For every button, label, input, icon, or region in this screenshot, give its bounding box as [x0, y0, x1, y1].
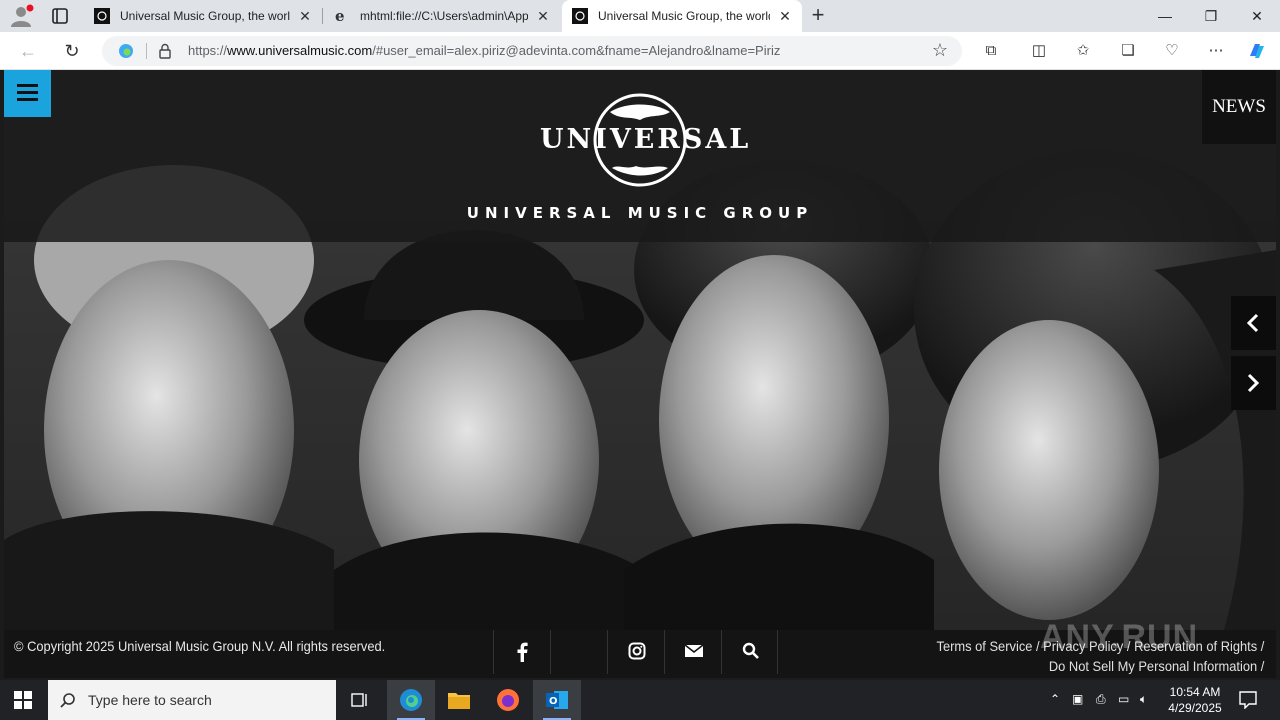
umg-favicon-icon — [572, 8, 588, 24]
address-bar[interactable]: https://www.universalmusic.com/#user_ema… — [102, 36, 962, 66]
refresh-button[interactable]: ↻ — [60, 39, 84, 63]
clock-time: 10:54 AM — [1169, 685, 1221, 699]
group-name-heading: UNIVERSAL MUSIC GROUP — [466, 204, 814, 222]
taskbar-edge-app[interactable] — [387, 680, 435, 720]
do-not-sell-link[interactable]: Do Not Sell My Personal Information — [1049, 658, 1257, 674]
chevron-left-icon — [1246, 313, 1259, 333]
news-button[interactable]: NEWS — [1202, 70, 1276, 144]
svg-text:O: O — [549, 696, 558, 707]
address-toolbar: ← ↻ https://www.universalmusic.com/#user… — [0, 32, 1280, 70]
favorites-icon[interactable]: ✩ — [1072, 40, 1094, 62]
tab-title: mhtml:file://C:\Users\admin\AppData — [360, 9, 528, 23]
lock-icon[interactable] — [158, 43, 172, 59]
system-clock[interactable]: 10:54 AM 4/29/2025 — [1160, 684, 1230, 716]
footer-links-row-2: Do Not Sell My Personal Information / — [1048, 658, 1264, 674]
email-icon — [684, 644, 704, 657]
copilot-icon[interactable] — [1246, 40, 1268, 62]
twitter-link[interactable] — [550, 630, 607, 674]
taskbar-outlook[interactable]: O — [533, 680, 581, 720]
tab-title: Universal Music Group, the world's — [120, 9, 290, 23]
taskbar-firefox[interactable] — [484, 680, 532, 720]
extensions-icon[interactable]: ⧉ — [980, 40, 1002, 62]
new-tab-button[interactable]: + — [806, 4, 830, 28]
menu-bar — [17, 91, 38, 94]
close-window-button[interactable]: ✕ — [1234, 0, 1280, 32]
site-search-button[interactable] — [721, 630, 778, 674]
umg-favicon-icon — [94, 8, 110, 24]
chevron-right-icon — [1247, 373, 1260, 393]
restore-button[interactable]: ❐ — [1188, 0, 1234, 32]
webpage: UNIVERSAL UNIVERSAL MUSIC GROUP NEWS © C… — [4, 70, 1276, 678]
windows-start-icon[interactable] — [14, 691, 32, 709]
tab-universal-1[interactable]: Universal Music Group, the world's ✕ — [84, 0, 322, 32]
notifications-icon[interactable] — [1239, 691, 1257, 709]
facebook-icon — [517, 642, 528, 662]
menu-bar — [17, 98, 38, 101]
split-screen-icon[interactable]: ◫ — [1028, 40, 1050, 62]
back-button[interactable]: ← — [16, 39, 40, 63]
omni-divider — [146, 43, 147, 59]
instagram-link[interactable] — [607, 630, 664, 674]
taskbar-search-box[interactable]: Type here to search — [48, 680, 336, 720]
close-tab-icon[interactable]: ✕ — [536, 8, 550, 25]
more-menu-icon[interactable]: ⋯ — [1205, 40, 1227, 62]
volume-icon[interactable]: 🔈︎ — [1140, 692, 1147, 707]
clock-date: 4/29/2025 — [1168, 701, 1222, 715]
outlook-icon: O — [546, 691, 568, 709]
tray-outlook-icon[interactable]: ▣ — [1072, 692, 1083, 706]
search-icon — [742, 642, 759, 659]
close-tab-icon[interactable]: ✕ — [778, 8, 792, 25]
close-tab-icon[interactable]: ✕ — [298, 8, 312, 25]
tab-actions-icon[interactable] — [48, 6, 72, 26]
url-prefix: https:// — [188, 43, 228, 58]
favorite-star-icon[interactable]: ☆ — [932, 40, 948, 61]
copyright-text: © Copyright 2025 Universal Music Group N… — [14, 638, 386, 654]
taskbar-file-explorer[interactable] — [435, 680, 483, 720]
browser-essentials-icon[interactable]: ♡ — [1161, 40, 1183, 62]
collections-icon[interactable]: ❏ — [1117, 40, 1139, 62]
profile-avatar-icon[interactable] — [8, 4, 34, 28]
firefox-icon — [497, 689, 519, 711]
browser-tab-bar: Universal Music Group, the world's ✕ e m… — [0, 0, 1280, 32]
edge-icon — [400, 689, 422, 711]
email-link[interactable] — [664, 630, 721, 674]
folder-icon — [448, 693, 470, 709]
universal-wordmark: UNIVERSAL — [540, 124, 752, 155]
url-rest: /#user_email=alex.piriz@adevinta.com&fna… — [372, 43, 781, 58]
terms-of-service-link[interactable]: Terms of Service — [936, 638, 1032, 654]
windows-taskbar: Type here to search O ⌃ ▣ ⎙ ▭ 🔈︎ 10:54 A… — [0, 680, 1280, 720]
task-view-button[interactable] — [336, 680, 384, 720]
hamburger-menu-button[interactable] — [4, 70, 51, 117]
tab-title: Universal Music Group, the world's — [598, 9, 770, 23]
tab-universal-active[interactable]: Universal Music Group, the world's ✕ — [562, 0, 802, 32]
anyrun-watermark: ANY.RUN — [1040, 618, 1199, 656]
network-icon[interactable]: ▭ — [1118, 692, 1129, 706]
instagram-icon — [628, 642, 646, 660]
url-text[interactable]: https://www.universalmusic.com/#user_ema… — [188, 43, 780, 58]
minimize-button[interactable]: — — [1142, 0, 1188, 32]
tab-separator — [322, 8, 323, 24]
carousel-prev-button[interactable] — [1231, 296, 1276, 350]
tab-mhtml[interactable]: e mhtml:file://C:\Users\admin\AppData ✕ — [324, 0, 560, 32]
twitter-icon — [571, 642, 587, 658]
search-icon — [60, 693, 75, 708]
url-domain: www.universalmusic.com — [227, 43, 373, 58]
carousel-next-button[interactable] — [1231, 356, 1276, 410]
edge-page-icon — [119, 44, 133, 58]
taskbar-search-placeholder: Type here to search — [88, 692, 212, 708]
tray-overflow-icon[interactable]: ⌃ — [1050, 692, 1060, 706]
svg-text:e: e — [335, 8, 345, 24]
task-view-icon — [351, 693, 367, 707]
menu-bar — [17, 84, 38, 87]
facebook-link[interactable] — [493, 630, 550, 674]
ie-favicon-icon: e — [335, 8, 345, 24]
tray-device-icon[interactable]: ⎙ — [1096, 692, 1106, 707]
